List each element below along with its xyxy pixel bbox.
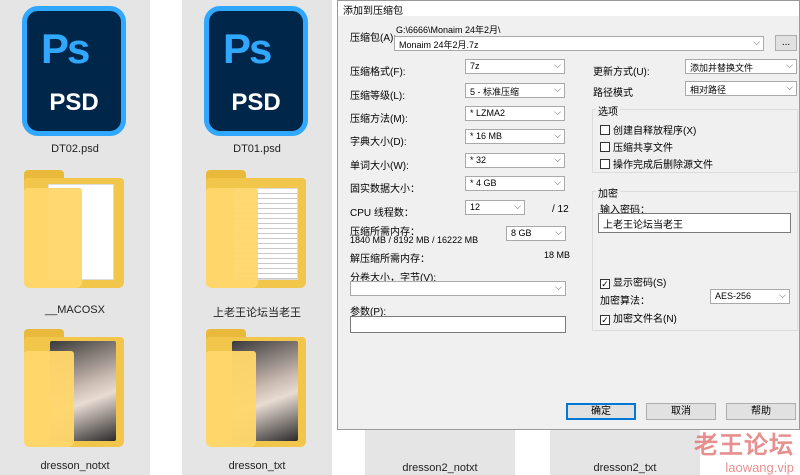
watermark-title: 老王论坛 [694, 432, 794, 459]
folder-name: dresson2_notxt [402, 462, 478, 474]
folder-tile[interactable]: dresson_txt [182, 317, 332, 475]
update-select[interactable]: 添加并替换文件 ⌵ [685, 59, 797, 74]
file-name: DT02.psd [51, 143, 99, 155]
chevron-down-icon: ⌵ [554, 107, 561, 117]
chevron-down-icon: ⌵ [554, 177, 561, 187]
show-password-checkbox[interactable]: ✓ 显示密码(S) [600, 274, 666, 289]
folder-name: __MACOSX [45, 304, 105, 316]
folder-tile[interactable]: dresson_notxt [0, 317, 150, 475]
chevron-down-icon: ⌵ [554, 154, 561, 164]
chevron-down-icon: ⌵ [779, 290, 786, 300]
path-mode-select[interactable]: 相对路径 ⌵ [685, 81, 797, 96]
file-name: DT01.psd [233, 143, 281, 155]
chevron-down-icon: ⌵ [786, 60, 793, 70]
delete-after-checkbox[interactable]: 操作完成后删除源文件 [600, 156, 713, 171]
browse-button[interactable]: ... [775, 35, 797, 51]
level-label: 压缩等级(L): [350, 91, 405, 102]
photoshop-file-icon: Ps PSD [22, 6, 126, 136]
chevron-down-icon: ⌵ [555, 227, 562, 237]
chevron-down-icon: ⌵ [514, 201, 521, 211]
folder-image-icon [24, 329, 124, 447]
mem-detail: 1840 MB / 8192 MB / 16222 MB [350, 235, 479, 245]
cancel-button[interactable]: 取消 [646, 403, 716, 420]
folder-tile[interactable]: __MACOSX [0, 160, 150, 317]
mem-select[interactable]: 8 GB ⌵ [506, 226, 566, 241]
password-input[interactable]: 上老王论坛当老王 [598, 213, 791, 233]
help-button[interactable]: 帮助 [726, 403, 796, 420]
archive-path: G:\6666\Monaim 24年2月\ [396, 25, 501, 35]
enc-method-select[interactable]: AES-256 ⌵ [710, 289, 790, 304]
file-tile[interactable]: Ps PSD DT01.psd [182, 0, 332, 160]
options-title: 选项 [596, 103, 620, 118]
decompress-mem-label: 解压缩所需内存： [350, 254, 430, 265]
solid-label: 固实数据大小： [350, 184, 420, 195]
chevron-down-icon: ⌵ [554, 60, 561, 70]
word-select[interactable]: * 32 ⌵ [465, 153, 565, 168]
checkbox-checked-icon: ✓ [600, 315, 610, 325]
solid-select[interactable]: * 4 GB ⌵ [465, 176, 565, 191]
photoshop-file-icon: Ps PSD [204, 6, 308, 136]
watermark: 老王论坛 laowang.vip [694, 425, 794, 475]
shared-files-checkbox[interactable]: 压缩共享文件 [600, 139, 673, 154]
dialog-title: 添加到压缩包 [338, 1, 799, 17]
encryption-title: 加密 [596, 185, 620, 200]
threads-total: / 12 [552, 204, 569, 215]
split-combobox[interactable]: ⌵ [350, 281, 566, 296]
file-tile[interactable]: Ps PSD DT02.psd [0, 0, 150, 160]
method-label: 压缩方法(M): [350, 114, 408, 125]
threads-label: CPU 线程数： [350, 208, 414, 219]
params-input[interactable] [350, 316, 566, 333]
dict-select[interactable]: * 16 MB ⌵ [465, 129, 565, 144]
method-select[interactable]: * LZMA2 ⌵ [465, 106, 565, 121]
level-select[interactable]: 5 - 标准压缩 ⌵ [465, 83, 565, 98]
watermark-url: laowang.vip [725, 460, 794, 475]
decompress-mem-value: 18 MB [544, 250, 571, 260]
folder-image-icon [206, 329, 306, 447]
chevron-down-icon: ⌵ [753, 37, 760, 47]
update-label: 更新方式(U): [593, 67, 650, 78]
add-to-archive-dialog: 添加到压缩包 压缩包(A): G:\6666\Monaim 24年2月\ Mon… [337, 0, 800, 430]
checkbox-icon [600, 142, 610, 152]
checkbox-icon [600, 159, 610, 169]
chevron-down-icon: ⌵ [786, 82, 793, 92]
sfx-checkbox[interactable]: 创建自释放程序(X) [600, 122, 696, 137]
folder-name: dresson_txt [228, 460, 286, 472]
enc-method-label: 加密算法： [600, 296, 650, 307]
archive-name-combobox[interactable]: Monaim 24年2月.7z ⌵ [394, 36, 764, 51]
folder-tile[interactable]: 上老王论坛当老王 [182, 160, 332, 319]
checkbox-checked-icon: ✓ [600, 279, 610, 289]
threads-select[interactable]: 12 ⌵ [465, 200, 525, 215]
chevron-down-icon: ⌵ [554, 130, 561, 140]
folder-name: dresson2_txt [593, 462, 657, 474]
archive-label: 压缩包(A): [350, 33, 397, 44]
dict-label: 字典大小(D): [350, 137, 407, 148]
format-select[interactable]: 7z ⌵ [465, 59, 565, 74]
chevron-down-icon: ⌵ [555, 282, 562, 292]
word-label: 单词大小(W): [350, 161, 409, 172]
path-mode-label: 路径模式 [593, 88, 633, 99]
folder-icon [24, 170, 124, 288]
folder-name: dresson_notxt [40, 460, 110, 472]
ok-button[interactable]: 确定 [566, 403, 636, 420]
encrypt-names-checkbox[interactable]: ✓ 加密文件名(N) [600, 310, 677, 325]
format-label: 压缩格式(F): [350, 67, 406, 78]
folder-icon [206, 170, 306, 288]
checkbox-icon [600, 125, 610, 135]
chevron-down-icon: ⌵ [554, 84, 561, 94]
